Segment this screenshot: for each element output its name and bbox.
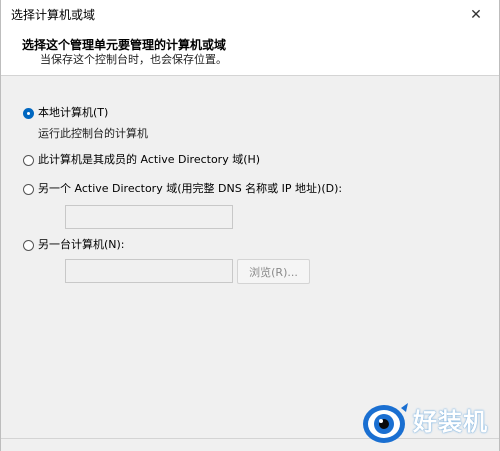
radio-label-local[interactable]: 本地计算机(T) xyxy=(38,106,108,120)
dialog-window: 选择计算机或域 ✕ 选择这个管理单元要管理的计算机或域 当保存这个控制台时，也会… xyxy=(0,0,500,451)
watermark: 好装机 xyxy=(361,398,500,451)
radio-button[interactable] xyxy=(23,239,34,251)
radio-button[interactable] xyxy=(23,183,34,195)
radio-another-ad-domain[interactable]: 另一个 Active Directory 域(用完整 DNS 名称或 IP 地址… xyxy=(23,182,342,196)
eye-logo-icon xyxy=(363,403,408,443)
watermark-text: 好装机 xyxy=(413,408,488,436)
domain-name-input[interactable] xyxy=(65,205,233,229)
radio-another-computer[interactable]: 另一台计算机(N): xyxy=(23,238,125,252)
close-button[interactable]: ✕ xyxy=(453,0,499,30)
local-computer-description: 运行此控制台的计算机 xyxy=(38,127,148,140)
radio-local-computer[interactable]: 本地计算机(T) xyxy=(23,106,108,120)
radio-label-another-computer[interactable]: 另一台计算机(N): xyxy=(38,238,125,252)
radio-ad-member-domain[interactable]: 此计算机是其成员的 Active Directory 域(H) xyxy=(23,153,260,167)
radio-label-ad-member[interactable]: 此计算机是其成员的 Active Directory 域(H) xyxy=(38,153,260,167)
browse-button[interactable]: 浏览(R)... xyxy=(237,259,310,284)
radio-button[interactable] xyxy=(23,154,34,166)
radio-button-checked[interactable] xyxy=(23,107,34,119)
header-title: 选择这个管理单元要管理的计算机或域 xyxy=(22,38,227,52)
computer-name-input[interactable] xyxy=(65,259,233,283)
radio-label-another-ad[interactable]: 另一个 Active Directory 域(用完整 DNS 名称或 IP 地址… xyxy=(38,182,342,196)
title-bar: 选择计算机或域 ✕ xyxy=(1,0,499,30)
header-panel: 选择这个管理单元要管理的计算机或域 当保存这个控制台时，也会保存位置。 xyxy=(1,30,499,76)
window-title: 选择计算机或域 xyxy=(11,8,96,22)
header-subtitle: 当保存这个控制台时，也会保存位置。 xyxy=(40,53,227,66)
